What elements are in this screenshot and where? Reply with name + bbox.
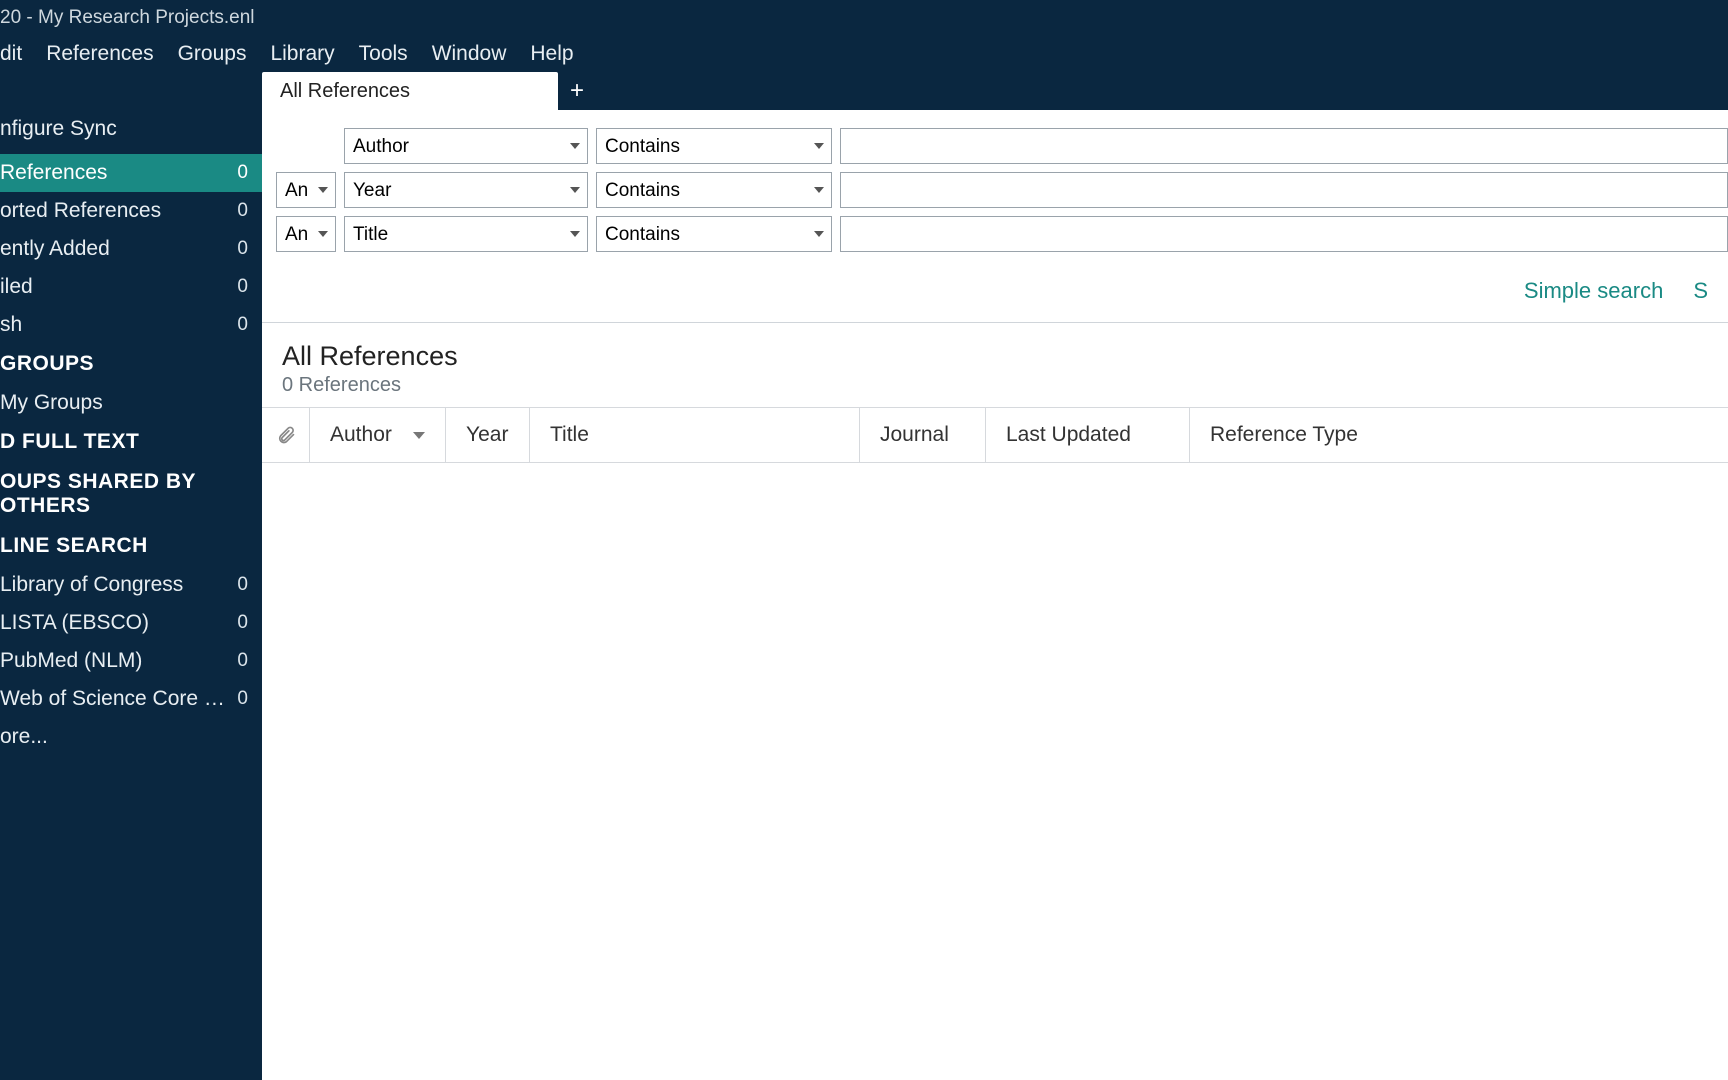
search-value-input-2[interactable]: [840, 172, 1728, 208]
sidebar-item-label: ently Added: [0, 237, 110, 261]
search-button-truncated[interactable]: S: [1693, 278, 1708, 304]
column-label: Reference Type: [1210, 423, 1358, 447]
search-row-1: Author Contains: [276, 128, 1728, 164]
menu-edit[interactable]: dit: [0, 38, 34, 70]
boolean-select-2[interactable]: And: [276, 172, 336, 208]
sidebar-item-trash[interactable]: sh 0: [0, 306, 262, 344]
more-label: ore...: [0, 725, 48, 749]
tab-all-references[interactable]: All References: [262, 72, 558, 110]
sidebar-item-recently-added[interactable]: ently Added 0: [0, 230, 262, 268]
column-year[interactable]: Year: [446, 408, 530, 462]
column-label: Last Updated: [1006, 423, 1131, 447]
sidebar-online-loc[interactable]: Library of Congress 0: [0, 566, 262, 604]
tab-label: All References: [280, 80, 410, 103]
search-value-input-1[interactable]: [840, 128, 1728, 164]
sidebar-my-groups[interactable]: My Groups: [0, 384, 262, 422]
new-tab-button[interactable]: +: [558, 72, 596, 110]
sidebar-item-label: References: [0, 161, 107, 185]
search-row-3: And Title Contains: [276, 216, 1728, 252]
menu-window[interactable]: Window: [420, 38, 519, 70]
page-title: All References: [282, 341, 1708, 372]
column-label: Journal: [880, 423, 949, 447]
window-titlebar: 20 - My Research Projects.enl: [0, 0, 1728, 36]
sidebar-section-online-search: LINE SEARCH: [0, 526, 262, 566]
operator-select-3[interactable]: Contains: [596, 216, 832, 252]
results-count: 0 References: [282, 374, 1708, 397]
window-title: 20 - My Research Projects.enl: [0, 7, 255, 29]
sidebar-item-label: LISTA (EBSCO): [0, 611, 149, 635]
sidebar-item-count: 0: [237, 314, 248, 336]
main-area: All References + Author Contains And Yea…: [262, 72, 1728, 1080]
column-journal[interactable]: Journal: [860, 408, 986, 462]
field-select-year[interactable]: Year: [344, 172, 588, 208]
field-select-author[interactable]: Author: [344, 128, 588, 164]
search-footer: Simple search S: [262, 252, 1728, 322]
results-header-row: Author Year Title Journal Last Updated R…: [262, 408, 1728, 462]
plus-icon: +: [570, 77, 584, 105]
sidebar-online-pubmed[interactable]: PubMed (NLM) 0: [0, 642, 262, 680]
sidebar-item-label: PubMed (NLM): [0, 649, 142, 673]
sidebar-item-label: orted References: [0, 199, 161, 223]
sidebar-item-count: 0: [237, 238, 248, 260]
paperclip-icon: [276, 425, 296, 445]
results-heading: All References 0 References: [262, 323, 1728, 407]
sidebar-item-count: 0: [237, 200, 248, 222]
sidebar-item-count: 0: [237, 650, 248, 672]
sidebar-item-label: Library of Congress: [0, 573, 183, 597]
menu-help[interactable]: Help: [518, 38, 585, 70]
boolean-select-3[interactable]: And: [276, 216, 336, 252]
sidebar: nfigure Sync References 0 orted Referenc…: [0, 72, 262, 1080]
column-label: Title: [550, 423, 589, 447]
search-row-2: And Year Contains: [276, 172, 1728, 208]
column-author[interactable]: Author: [310, 408, 446, 462]
simple-search-link[interactable]: Simple search: [1524, 278, 1663, 304]
menu-tools[interactable]: Tools: [347, 38, 420, 70]
sidebar-item-count: 0: [237, 688, 248, 710]
sidebar-more[interactable]: ore...: [0, 718, 262, 756]
tabs-strip: All References +: [262, 72, 1728, 110]
column-label: Year: [466, 423, 508, 447]
column-attachment[interactable]: [262, 408, 310, 462]
column-label: Author: [330, 423, 392, 447]
advanced-search-panel: Author Contains And Year Contains And Ti…: [262, 110, 1728, 252]
sidebar-section-find-full-text: D FULL TEXT: [0, 422, 262, 462]
my-groups-label: My Groups: [0, 391, 103, 415]
menu-library[interactable]: Library: [258, 38, 346, 70]
search-value-input-3[interactable]: [840, 216, 1728, 252]
sidebar-item-count: 0: [237, 574, 248, 596]
sidebar-section-shared: OUPS SHARED BY OTHERS: [0, 462, 262, 526]
column-title[interactable]: Title: [530, 408, 860, 462]
column-reference-type[interactable]: Reference Type: [1190, 408, 1728, 462]
column-last-updated[interactable]: Last Updated: [986, 408, 1190, 462]
sidebar-item-label: Web of Science Core Colle...: [0, 687, 237, 711]
sidebar-item-count: 0: [237, 276, 248, 298]
sidebar-section-groups: GROUPS: [0, 344, 262, 384]
operator-select-2[interactable]: Contains: [596, 172, 832, 208]
menu-groups[interactable]: Groups: [166, 38, 259, 70]
sidebar-online-lista[interactable]: LISTA (EBSCO) 0: [0, 604, 262, 642]
sidebar-configure-sync[interactable]: nfigure Sync: [0, 110, 262, 148]
sidebar-item-all-references[interactable]: References 0: [0, 154, 262, 192]
sidebar-item-imported-references[interactable]: orted References 0: [0, 192, 262, 230]
sidebar-item-label: sh: [0, 313, 22, 337]
configure-sync-label: nfigure Sync: [0, 117, 117, 141]
sidebar-item-label: iled: [0, 275, 33, 299]
operator-select-1[interactable]: Contains: [596, 128, 832, 164]
menu-references[interactable]: References: [34, 38, 165, 70]
menubar: dit References Groups Library Tools Wind…: [0, 36, 1728, 72]
sidebar-item-count: 0: [237, 612, 248, 634]
results-table: Author Year Title Journal Last Updated R…: [262, 407, 1728, 463]
sidebar-online-wos[interactable]: Web of Science Core Colle... 0: [0, 680, 262, 718]
sidebar-item-unfiled[interactable]: iled 0: [0, 268, 262, 306]
field-select-title[interactable]: Title: [344, 216, 588, 252]
chevron-down-icon: [413, 432, 425, 439]
sidebar-item-count: 0: [237, 162, 248, 184]
